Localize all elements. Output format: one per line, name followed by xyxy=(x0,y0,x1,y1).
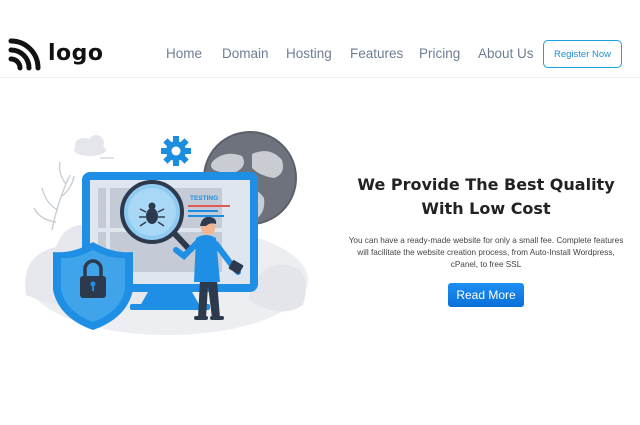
nav-domain[interactable]: Domain xyxy=(222,46,269,61)
security-testing-illustration: TESTING xyxy=(25,131,308,335)
hero-title: We Provide The Best Quality With Low Cos… xyxy=(336,173,636,221)
testing-label: TESTING xyxy=(190,195,218,202)
nav-hosting[interactable]: Hosting xyxy=(286,46,332,61)
hero-description-line-2: will facilitate the website creation pro… xyxy=(357,248,615,257)
hero-title-line-1: We Provide The Best Quality xyxy=(357,175,615,194)
hero-description: You can have a ready-made website for on… xyxy=(336,235,636,271)
logo[interactable]: logo xyxy=(8,37,104,71)
hero-section: We Provide The Best Quality With Low Cos… xyxy=(336,173,636,307)
register-now-button[interactable]: Register Now xyxy=(543,40,622,68)
nav-features[interactable]: Features xyxy=(350,46,403,61)
logo-text: logo xyxy=(48,41,104,66)
hero-description-line-3: cPanel, to free SSL xyxy=(450,260,522,269)
top-navbar: logo Home Domain Hosting Features Pricin… xyxy=(0,0,640,78)
nav-pricing[interactable]: Pricing xyxy=(419,46,460,61)
gear-icon xyxy=(161,136,191,166)
logo-signal-icon xyxy=(8,38,41,71)
cloud-icon xyxy=(74,135,114,159)
hero-description-line-1: You can have a ready-made website for on… xyxy=(348,236,624,245)
plant-leaves-icon xyxy=(33,161,75,231)
nav-about-us[interactable]: About Us xyxy=(478,46,534,61)
read-more-button[interactable]: Read More xyxy=(448,283,524,307)
nav-home[interactable]: Home xyxy=(166,46,202,61)
hero-title-line-2: With Low Cost xyxy=(421,199,551,218)
